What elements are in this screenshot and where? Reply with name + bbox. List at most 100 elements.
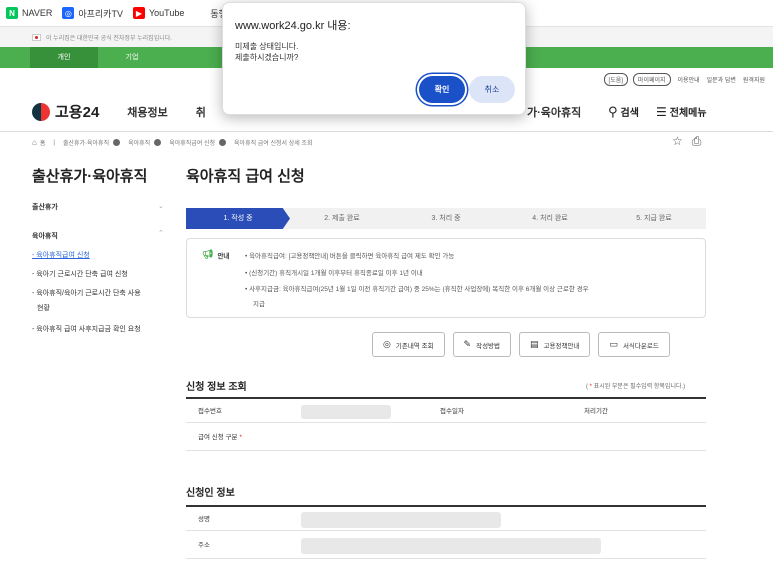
- monitor-download-icon: ▭: [609, 339, 618, 349]
- dropdown-icon[interactable]: [113, 139, 121, 146]
- mypage-link[interactable]: 마이페이지: [632, 73, 671, 86]
- history-lookup-button[interactable]: ◎ 기존내역 조회: [372, 332, 445, 357]
- sidebar-group-maternity[interactable]: 출산휴가: [32, 202, 58, 212]
- col-receipt-date: 접수일자: [440, 408, 464, 415]
- info-box: 📢︎ 안내 • 육아휴직급여: [고용정책안내] 버튼을 클릭하면 육아휴직 급…: [186, 238, 706, 318]
- guide-link[interactable]: 이용안내: [678, 75, 700, 84]
- sidebar-item-apply[interactable]: - 육아휴직급여 신청: [32, 250, 90, 260]
- remote-support-link[interactable]: 원격지원: [743, 75, 765, 84]
- info-line: • (신청기간) 휴직개시일 1개월 이후부터 휴직종료일 이후 1년 이내: [245, 270, 423, 277]
- document-search-icon: ▤: [530, 339, 539, 349]
- sidebar-item-usage-status-cont[interactable]: 현황: [37, 303, 50, 313]
- required-note-text: 표시된 부분은 필수입력 항목입니다.): [593, 384, 686, 390]
- chevron-down-icon[interactable]: ⌄: [158, 202, 164, 210]
- table-row: 접수번호 접수일자 처리기간: [186, 397, 706, 423]
- info-line: • 육아휴직급여: [고용정책안내] 버튼을 클릭하면 육아휴직 급여 제도 확…: [245, 253, 455, 260]
- search-icon: ⚲: [608, 103, 618, 119]
- dropdown-icon[interactable]: [154, 139, 162, 146]
- sidebar-group-parental[interactable]: 육아휴직: [32, 231, 58, 241]
- action-buttons: ◎ 기존내역 조회 ✎ 작성방법 ▤ 고용정책안내 ▭ 서식다운로드: [372, 332, 678, 357]
- hamburger-icon: ☰: [656, 104, 667, 119]
- all-menu-button[interactable]: ☰ 전체메뉴: [656, 104, 707, 120]
- row-benefit-type: 급여 신청 구분 *: [198, 425, 242, 451]
- cancel-button[interactable]: 취소: [469, 76, 515, 103]
- col-receipt-no: 접수번호: [198, 408, 222, 415]
- required-star: *: [589, 384, 593, 390]
- step-processing: 3. 처리 중: [431, 215, 461, 222]
- megaphone-icon: 📢︎: [202, 249, 214, 259]
- help-link[interactable]: [도움]: [603, 73, 628, 86]
- bookmark-label: 아프리카TV: [78, 8, 123, 19]
- korea-flag-icon: [32, 33, 41, 41]
- menu-label: 전체메뉴: [669, 108, 707, 119]
- sidebar-title: 출산휴가·육아휴직: [32, 168, 148, 185]
- info-line: • 사후지급금: 육아휴직급여(25년 1월 1일 이전 휴직기간 급여) 중 …: [245, 286, 589, 293]
- print-icon[interactable]: ⎙: [692, 134, 702, 149]
- button-label: 작성방법: [476, 342, 501, 350]
- row-address: 주소: [198, 542, 210, 549]
- table-row: 성명: [186, 505, 706, 531]
- redacted-value: [301, 405, 391, 419]
- bookmark-label: NAVER: [22, 8, 53, 18]
- home-icon: ⌂: [32, 138, 37, 147]
- dialog-message: 미제출 상태입니다. 제출하시겠습니까?: [235, 41, 298, 63]
- tab-individual[interactable]: 개인: [30, 47, 98, 68]
- ok-button[interactable]: 확인: [419, 76, 465, 103]
- history-icon: ◎: [383, 339, 391, 349]
- required-note: ( * 표시된 부분은 필수입력 항목입니다.): [586, 381, 685, 390]
- breadcrumb-item[interactable]: 육아휴직급여 신청: [169, 138, 215, 147]
- policy-guide-button[interactable]: ▤ 고용정책안내: [519, 332, 591, 357]
- confirm-dialog: www.work24.go.kr 내용: 미제출 상태입니다. 제출하시겠습니까…: [222, 2, 526, 115]
- redacted-value: [301, 538, 601, 554]
- utility-links: [도움] 마이페이지 이용안내 일문과 답변 원격지원: [599, 73, 765, 86]
- breadcrumb-divider: |: [53, 139, 55, 146]
- section-title-applicant: 신청인 정보: [186, 488, 235, 499]
- button-label: 고용정책안내: [543, 342, 580, 350]
- step-submitted: 2. 제출 완료: [324, 215, 360, 222]
- button-label: 기존내역 조회: [395, 342, 434, 350]
- step-writing: 1. 작성 중: [186, 208, 290, 229]
- breadcrumb-item[interactable]: 출산휴가·육아휴직: [63, 138, 109, 147]
- dialog-line: 미제출 상태입니다.: [235, 42, 299, 51]
- progress-steps: 1. 작성 중 2. 제출 완료 3. 처리 중 4. 처리 완료 5. 지급 …: [186, 208, 706, 229]
- bookmark-youtube[interactable]: ▶ YouTube: [132, 7, 185, 19]
- breadcrumb-current: 육아휴직 급여 신청서 상세 조회: [234, 141, 313, 147]
- nav-job-info[interactable]: 채용정보: [127, 104, 167, 120]
- gov-notice-text: 이 누리집은 대한민국 공식 전자정부 누리집입니다.: [46, 35, 172, 42]
- nav-partial[interactable]: 취: [196, 104, 206, 120]
- dropdown-icon[interactable]: [219, 139, 227, 146]
- sidebar-item-usage-status[interactable]: - 육아휴직/육아기 근로시간 단축 사용: [32, 288, 141, 298]
- chevron-up-icon[interactable]: ⌃: [158, 229, 164, 237]
- bookmark-naver[interactable]: N NAVER: [6, 7, 52, 19]
- youtube-icon: ▶: [132, 7, 145, 19]
- info-label-text: 안내: [217, 252, 230, 260]
- sidebar-item-reduced-hours[interactable]: - 육아기 근로시간 단축 급여 신청: [32, 269, 128, 279]
- breadcrumb-home[interactable]: 홈: [40, 138, 46, 147]
- section-title-application: 신청 정보 조회: [186, 382, 247, 393]
- bookmark-afreecatv[interactable]: ◎ 아프리카TV: [62, 7, 123, 20]
- dialog-line: 제출하시겠습니까?: [235, 53, 299, 62]
- search-button[interactable]: ⚲ 검색: [608, 104, 639, 120]
- table-row: 주소: [186, 533, 706, 559]
- redacted-value: [301, 512, 501, 528]
- afreecatv-icon: ◎: [62, 7, 75, 19]
- row-label: 급여 신청 구분: [198, 434, 238, 441]
- required-star: *: [239, 434, 242, 441]
- breadcrumb: ⌂ 홈 | 출산휴가·육아휴직 육아휴직 육아휴직급여 신청 육아휴직 급여 신…: [32, 138, 312, 147]
- logo-text: 고용24: [55, 104, 100, 121]
- breadcrumb-item[interactable]: 육아휴직: [128, 138, 150, 147]
- how-to-write-button[interactable]: ✎ 작성방법: [452, 332, 512, 357]
- info-line: 지급: [253, 301, 265, 308]
- bookmark-label: YouTube: [148, 8, 185, 18]
- pencil-icon: ✎: [463, 339, 472, 349]
- tab-company[interactable]: 기업: [98, 47, 166, 68]
- sidebar-item-deferred-pay[interactable]: - 육아휴직 급여 사후지급금 확인 요청: [32, 324, 141, 334]
- star-icon[interactable]: ☆: [672, 134, 683, 149]
- site-logo[interactable]: 고용24: [32, 101, 99, 122]
- step-done: 4. 처리 완료: [532, 215, 568, 222]
- form-download-button[interactable]: ▭ 서식다운로드: [598, 332, 670, 357]
- faq-link[interactable]: 일문과 답변: [707, 75, 736, 84]
- nav-current[interactable]: 가·육아휴직: [527, 104, 581, 120]
- required-note-prefix: (: [586, 384, 588, 390]
- col-processing-period: 처리기간: [584, 408, 608, 415]
